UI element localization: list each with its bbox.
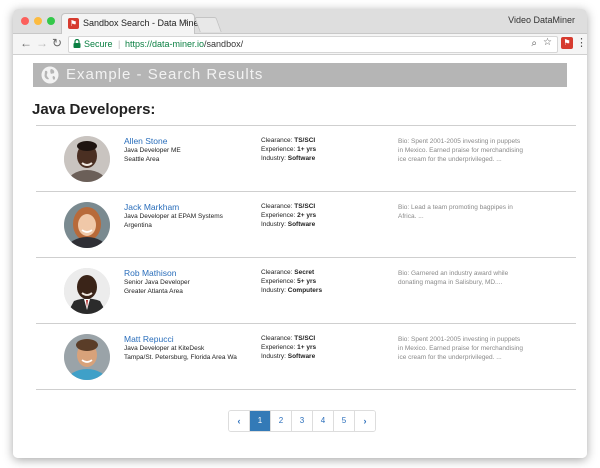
page-1-button[interactable]: 1 xyxy=(250,411,271,431)
avatar xyxy=(64,202,110,248)
page-viewport: Example - Search Results Java Developers… xyxy=(13,55,587,458)
candidate-name-link[interactable]: Jack Markham xyxy=(124,202,179,212)
back-arrow-icon[interactable]: ← xyxy=(20,36,32,50)
globe-icon xyxy=(41,66,59,84)
title-bar: ⚑ Sandbox Search - Data Miner × Video Da… xyxy=(13,9,587,34)
page-5-button[interactable]: 5 xyxy=(334,411,355,431)
clearance-field: Clearance: TS/SCI xyxy=(261,203,316,210)
industry-field: Industry: Computers xyxy=(261,287,323,294)
candidate-title: Java Developer ME xyxy=(124,147,181,154)
candidate-bio: Bio: Spent 2001-2005 investing in puppet… xyxy=(398,138,524,163)
candidate-location: Seattle Area xyxy=(124,156,160,163)
browser-window: ⚑ Sandbox Search - Data Miner × Video Da… xyxy=(13,9,587,458)
minimize-window-button[interactable] xyxy=(34,17,42,25)
page-banner: Example - Search Results xyxy=(33,63,567,87)
result-row: Jack Markham Java Developer at EPAM Syst… xyxy=(36,192,576,257)
clearance-field: Clearance: TS/SCI xyxy=(261,335,316,342)
tab-close-icon[interactable]: × xyxy=(183,17,188,27)
experience-field: Experience: 2+ yrs xyxy=(261,212,317,219)
browser-tab[interactable]: ⚑ Sandbox Search - Data Miner × xyxy=(61,13,202,34)
page-4-button[interactable]: 4 xyxy=(313,411,334,431)
divider xyxy=(36,389,576,390)
datamine-favicon-icon: ⚑ xyxy=(68,18,79,29)
url-separator: | xyxy=(118,39,121,49)
candidate-bio: Bio: Spent 2001-2005 investing in puppet… xyxy=(398,336,524,361)
candidate-location: Argentina xyxy=(124,222,152,229)
result-row: Matt Repucci Java Developer at KiteDesk … xyxy=(36,324,576,389)
avatar xyxy=(64,268,110,314)
clearance-field: Clearance: TS/SCI xyxy=(261,137,316,144)
page-3-button[interactable]: 3 xyxy=(292,411,313,431)
candidate-bio: Bio: Lead a team promoting bagpipes in A… xyxy=(398,204,513,220)
industry-field: Industry: Software xyxy=(261,353,316,360)
candidate-title: Java Developer at KiteDesk xyxy=(124,345,205,352)
experience-field: Experience: 5+ yrs xyxy=(261,278,317,285)
url-text[interactable]: https://data-miner.io/sandbox/ xyxy=(125,39,243,49)
candidate-title: Senior Java Developer xyxy=(124,279,190,286)
candidate-name-link[interactable]: Allen Stone xyxy=(124,136,167,146)
new-tab-button[interactable] xyxy=(194,17,222,32)
results-list: Allen Stone Java Developer ME Seattle Ar… xyxy=(36,125,576,390)
candidate-name-link[interactable]: Matt Repucci xyxy=(124,334,174,344)
candidate-bio: Bio: Garnered an industry award while do… xyxy=(398,270,509,286)
browser-menu-icon[interactable]: ⋮ xyxy=(576,36,587,49)
bookmark-star-icon[interactable]: ☆ xyxy=(543,37,552,48)
result-row: Rob Mathison Senior Java Developer Great… xyxy=(36,258,576,323)
page-2-button[interactable]: 2 xyxy=(271,411,292,431)
dataminer-extension-icon[interactable]: ⚑ xyxy=(561,37,573,49)
close-window-button[interactable] xyxy=(21,17,29,25)
clearance-field: Clearance: Secret xyxy=(261,269,315,276)
candidate-location: Greater Atlanta Area xyxy=(124,288,183,295)
pagination-next-button[interactable]: › xyxy=(355,411,375,431)
experience-field: Experience: 1+ yrs xyxy=(261,344,317,351)
search-zoom-icon[interactable]: ⌕ xyxy=(531,38,537,49)
page-heading: Java Developers: xyxy=(32,101,156,118)
candidate-location: Tampa/St. Petersburg, Florida Area Wa xyxy=(124,354,237,361)
industry-field: Industry: Software xyxy=(261,155,316,162)
lock-icon xyxy=(73,39,81,48)
avatar xyxy=(64,136,110,182)
banner-title: Example - Search Results xyxy=(66,66,264,83)
candidate-name-link[interactable]: Rob Mathison xyxy=(124,268,176,278)
browser-toolbar: ← → ↻ Secure | https://data-miner.io/san… xyxy=(13,34,587,55)
forward-arrow-icon[interactable]: → xyxy=(36,36,48,50)
industry-field: Industry: Software xyxy=(261,221,316,228)
result-row: Allen Stone Java Developer ME Seattle Ar… xyxy=(36,126,576,191)
candidate-title: Java Developer at EPAM Systems xyxy=(124,213,223,220)
zoom-window-button[interactable] xyxy=(47,17,55,25)
secure-label: Secure xyxy=(84,39,113,49)
address-bar[interactable]: Secure | https://data-miner.io/sandbox/ … xyxy=(68,36,558,53)
avatar xyxy=(64,334,110,380)
extension-title: Video DataMiner xyxy=(508,15,575,25)
pagination: ‹ 1 2 3 4 5 › xyxy=(228,410,376,432)
experience-field: Experience: 1+ yrs xyxy=(261,146,317,153)
pagination-prev-button[interactable]: ‹ xyxy=(229,411,250,431)
reload-icon[interactable]: ↻ xyxy=(52,36,62,50)
